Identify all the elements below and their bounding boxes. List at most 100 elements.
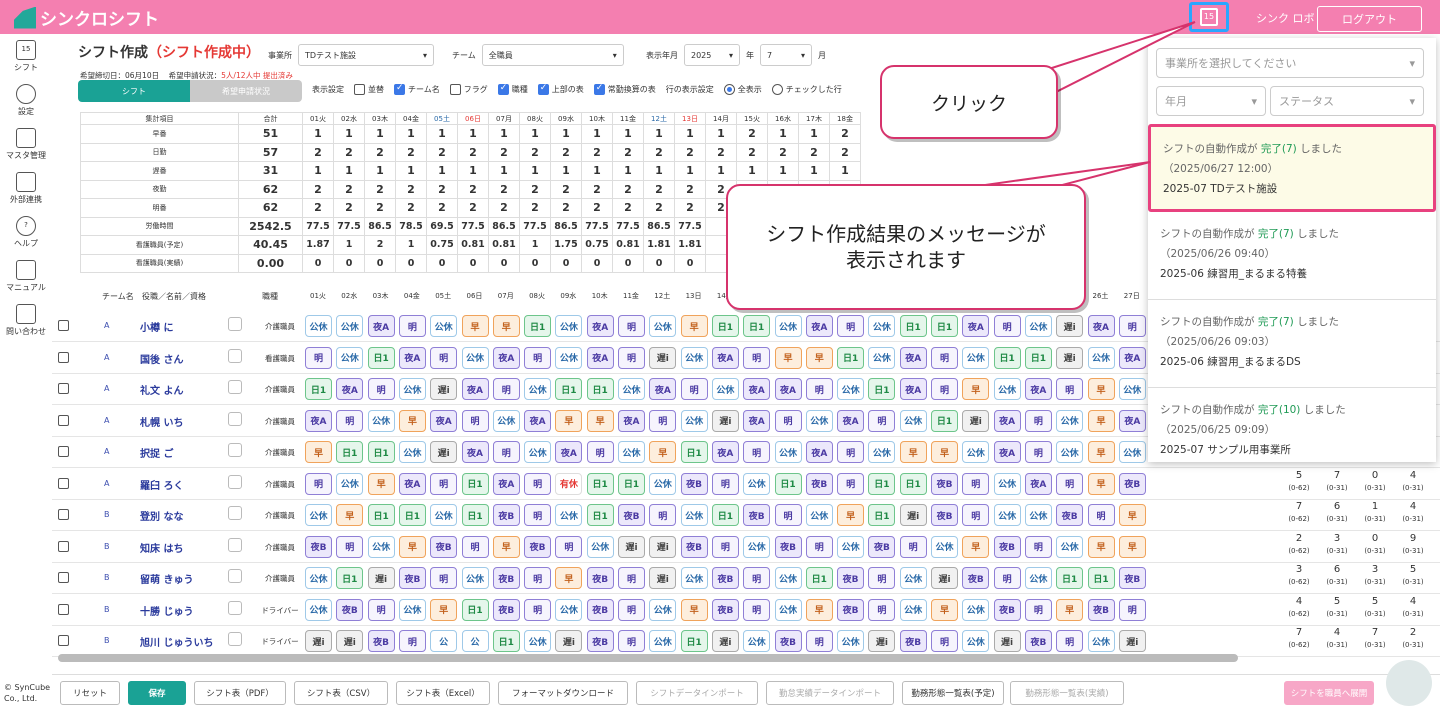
shift-cell[interactable]: 明 <box>1056 472 1084 495</box>
option-checkbox[interactable] <box>394 83 405 95</box>
shift-cell[interactable]: 公休 <box>305 567 332 589</box>
footer-button-9[interactable]: 勤務形態一覧表(実績) <box>1010 681 1124 705</box>
shift-cell[interactable]: 日1 <box>336 441 364 463</box>
shift-cell[interactable]: 明 <box>743 567 771 589</box>
shift-cell[interactable]: 明 <box>743 346 771 369</box>
shift-cell[interactable]: 公休 <box>649 315 677 337</box>
shift-cell[interactable]: 夜A <box>586 315 614 337</box>
shift-cell[interactable]: 公休 <box>805 409 833 432</box>
shift-cell[interactable]: 早 <box>430 598 458 621</box>
notification-message[interactable]: シフトの自動作成が 完了(7) しました （2025/06/26 09:40） 20… <box>1148 212 1436 300</box>
shift-cell[interactable]: 夜B <box>774 630 802 652</box>
shift-cell[interactable]: 早 <box>649 441 677 463</box>
footer-button-3[interactable]: シフト表（CSV） <box>294 681 388 705</box>
shift-cell[interactable]: 夜A <box>305 409 332 432</box>
notification-calendar-button[interactable]: 15 <box>1189 2 1229 32</box>
shift-cell[interactable]: 公休 <box>398 598 426 621</box>
shift-cell[interactable]: 明 <box>430 567 458 589</box>
shift-cell[interactable]: 夜A <box>1024 472 1052 495</box>
staff-dropdown[interactable] <box>228 443 242 457</box>
shift-cell[interactable]: 遅i <box>868 630 896 652</box>
shift-cell[interactable]: 公休 <box>1024 315 1052 337</box>
horizontal-scrollbar[interactable] <box>58 654 1238 662</box>
shift-cell[interactable]: 公休 <box>837 630 865 652</box>
message-site-link[interactable]: 2025-07 サンプル用事業所 <box>1160 440 1424 460</box>
shift-cell[interactable]: 公休 <box>680 409 708 432</box>
shift-cell[interactable]: 遅i <box>649 535 677 558</box>
shift-cell[interactable]: 夜B <box>1056 504 1084 526</box>
shift-cell[interactable]: 早 <box>555 567 583 589</box>
shift-cell[interactable]: 公休 <box>1056 409 1084 432</box>
shift-cell[interactable]: 明 <box>680 378 708 400</box>
row-checkbox[interactable] <box>58 509 69 520</box>
staff-dropdown[interactable] <box>228 474 242 489</box>
shift-cell[interactable]: 日1 <box>680 441 708 463</box>
shift-cell[interactable]: 公休 <box>680 346 708 369</box>
footer-button-0[interactable]: リセット <box>60 681 120 705</box>
shift-cell[interactable]: 早 <box>805 598 833 621</box>
shift-cell[interactable]: 日1 <box>586 378 614 400</box>
shift-cell[interactable]: 公休 <box>1024 567 1052 589</box>
shift-cell[interactable]: 明 <box>993 567 1021 589</box>
option-3[interactable]: 職種 <box>497 83 528 95</box>
shift-cell[interactable]: 早 <box>1087 409 1115 432</box>
staff-name[interactable]: 十勝 じゅう <box>140 603 193 618</box>
month-select[interactable]: 7 ▾ <box>760 44 812 66</box>
shift-cell[interactable]: 明 <box>649 409 677 432</box>
shift-cell[interactable]: 夜B <box>492 504 520 526</box>
shift-cell[interactable]: 遅i <box>1118 630 1146 652</box>
staff-name[interactable]: 礼文 よん <box>140 382 183 397</box>
shift-cell[interactable]: 早 <box>492 535 520 558</box>
staff-dropdown[interactable] <box>228 569 242 583</box>
message-site-link[interactable]: 2025-06 練習用_まるまるDS <box>1160 352 1424 372</box>
footer-button-4[interactable]: シフト表（Excel） <box>396 681 490 705</box>
shift-cell[interactable]: 夜A <box>711 441 739 463</box>
shift-cell[interactable]: 明 <box>305 346 332 369</box>
shift-cell[interactable]: 公休 <box>305 504 332 526</box>
radio-all[interactable]: 全表示 <box>723 84 762 95</box>
shift-cell[interactable]: 公休 <box>492 409 520 432</box>
shift-cell[interactable]: 夜B <box>837 598 865 621</box>
shift-cell[interactable]: 日1 <box>711 315 739 337</box>
shift-cell[interactable]: 夜A <box>367 315 395 337</box>
shift-cell[interactable]: 夜A <box>993 441 1021 463</box>
shift-cell[interactable]: 日1 <box>868 378 896 400</box>
shift-cell[interactable]: 公休 <box>931 535 958 558</box>
shift-cell[interactable]: 夜A <box>743 409 771 432</box>
shift-cell[interactable]: 明 <box>1056 630 1084 652</box>
shift-cell[interactable]: 明 <box>524 567 552 589</box>
panel-office-select[interactable]: 事業所を選択してください ▾ <box>1156 48 1424 78</box>
shift-cell[interactable]: 公休 <box>774 598 802 621</box>
shift-cell[interactable]: 明 <box>618 598 645 621</box>
shift-cell[interactable]: 早 <box>899 441 927 463</box>
shift-cell[interactable]: 明 <box>774 409 802 432</box>
shift-cell[interactable]: 早 <box>962 378 990 400</box>
option-1[interactable]: チーム名 <box>394 83 440 95</box>
shift-cell[interactable]: 日1 <box>868 504 896 526</box>
staff-name[interactable]: 札幌 いち <box>140 414 183 429</box>
shift-cell[interactable]: 公休 <box>774 315 802 337</box>
option-0[interactable]: 並替 <box>354 84 384 95</box>
footer-button-7[interactable]: 勤怠実績データインポート <box>766 681 894 705</box>
shift-cell[interactable]: 夜B <box>1118 567 1146 589</box>
row-checkbox[interactable] <box>58 446 69 457</box>
shift-cell[interactable]: 明 <box>1118 315 1146 337</box>
shift-cell[interactable]: 早 <box>1118 504 1146 526</box>
shift-cell[interactable]: 夜B <box>711 598 739 621</box>
shift-cell[interactable]: 夜B <box>586 630 614 652</box>
shift-cell[interactable]: 公休 <box>649 598 677 621</box>
shift-cell[interactable]: 明 <box>743 441 771 463</box>
shift-cell[interactable]: 夜A <box>336 378 364 400</box>
shift-cell[interactable]: 公休 <box>618 441 645 463</box>
shift-cell[interactable]: 夜A <box>899 378 927 400</box>
shift-cell[interactable]: 夜A <box>398 346 426 369</box>
shift-cell[interactable]: 夜B <box>868 535 896 558</box>
shift-cell[interactable]: 明 <box>931 630 958 652</box>
shift-cell[interactable]: 明 <box>1024 441 1052 463</box>
shift-cell[interactable]: 早 <box>805 346 833 369</box>
shift-cell[interactable]: 明 <box>1118 598 1146 621</box>
shift-cell[interactable]: 夜A <box>461 378 489 400</box>
shift-cell[interactable]: 夜B <box>899 630 927 652</box>
shift-cell[interactable]: 明 <box>931 378 958 400</box>
shift-cell[interactable]: 夜A <box>774 378 802 400</box>
